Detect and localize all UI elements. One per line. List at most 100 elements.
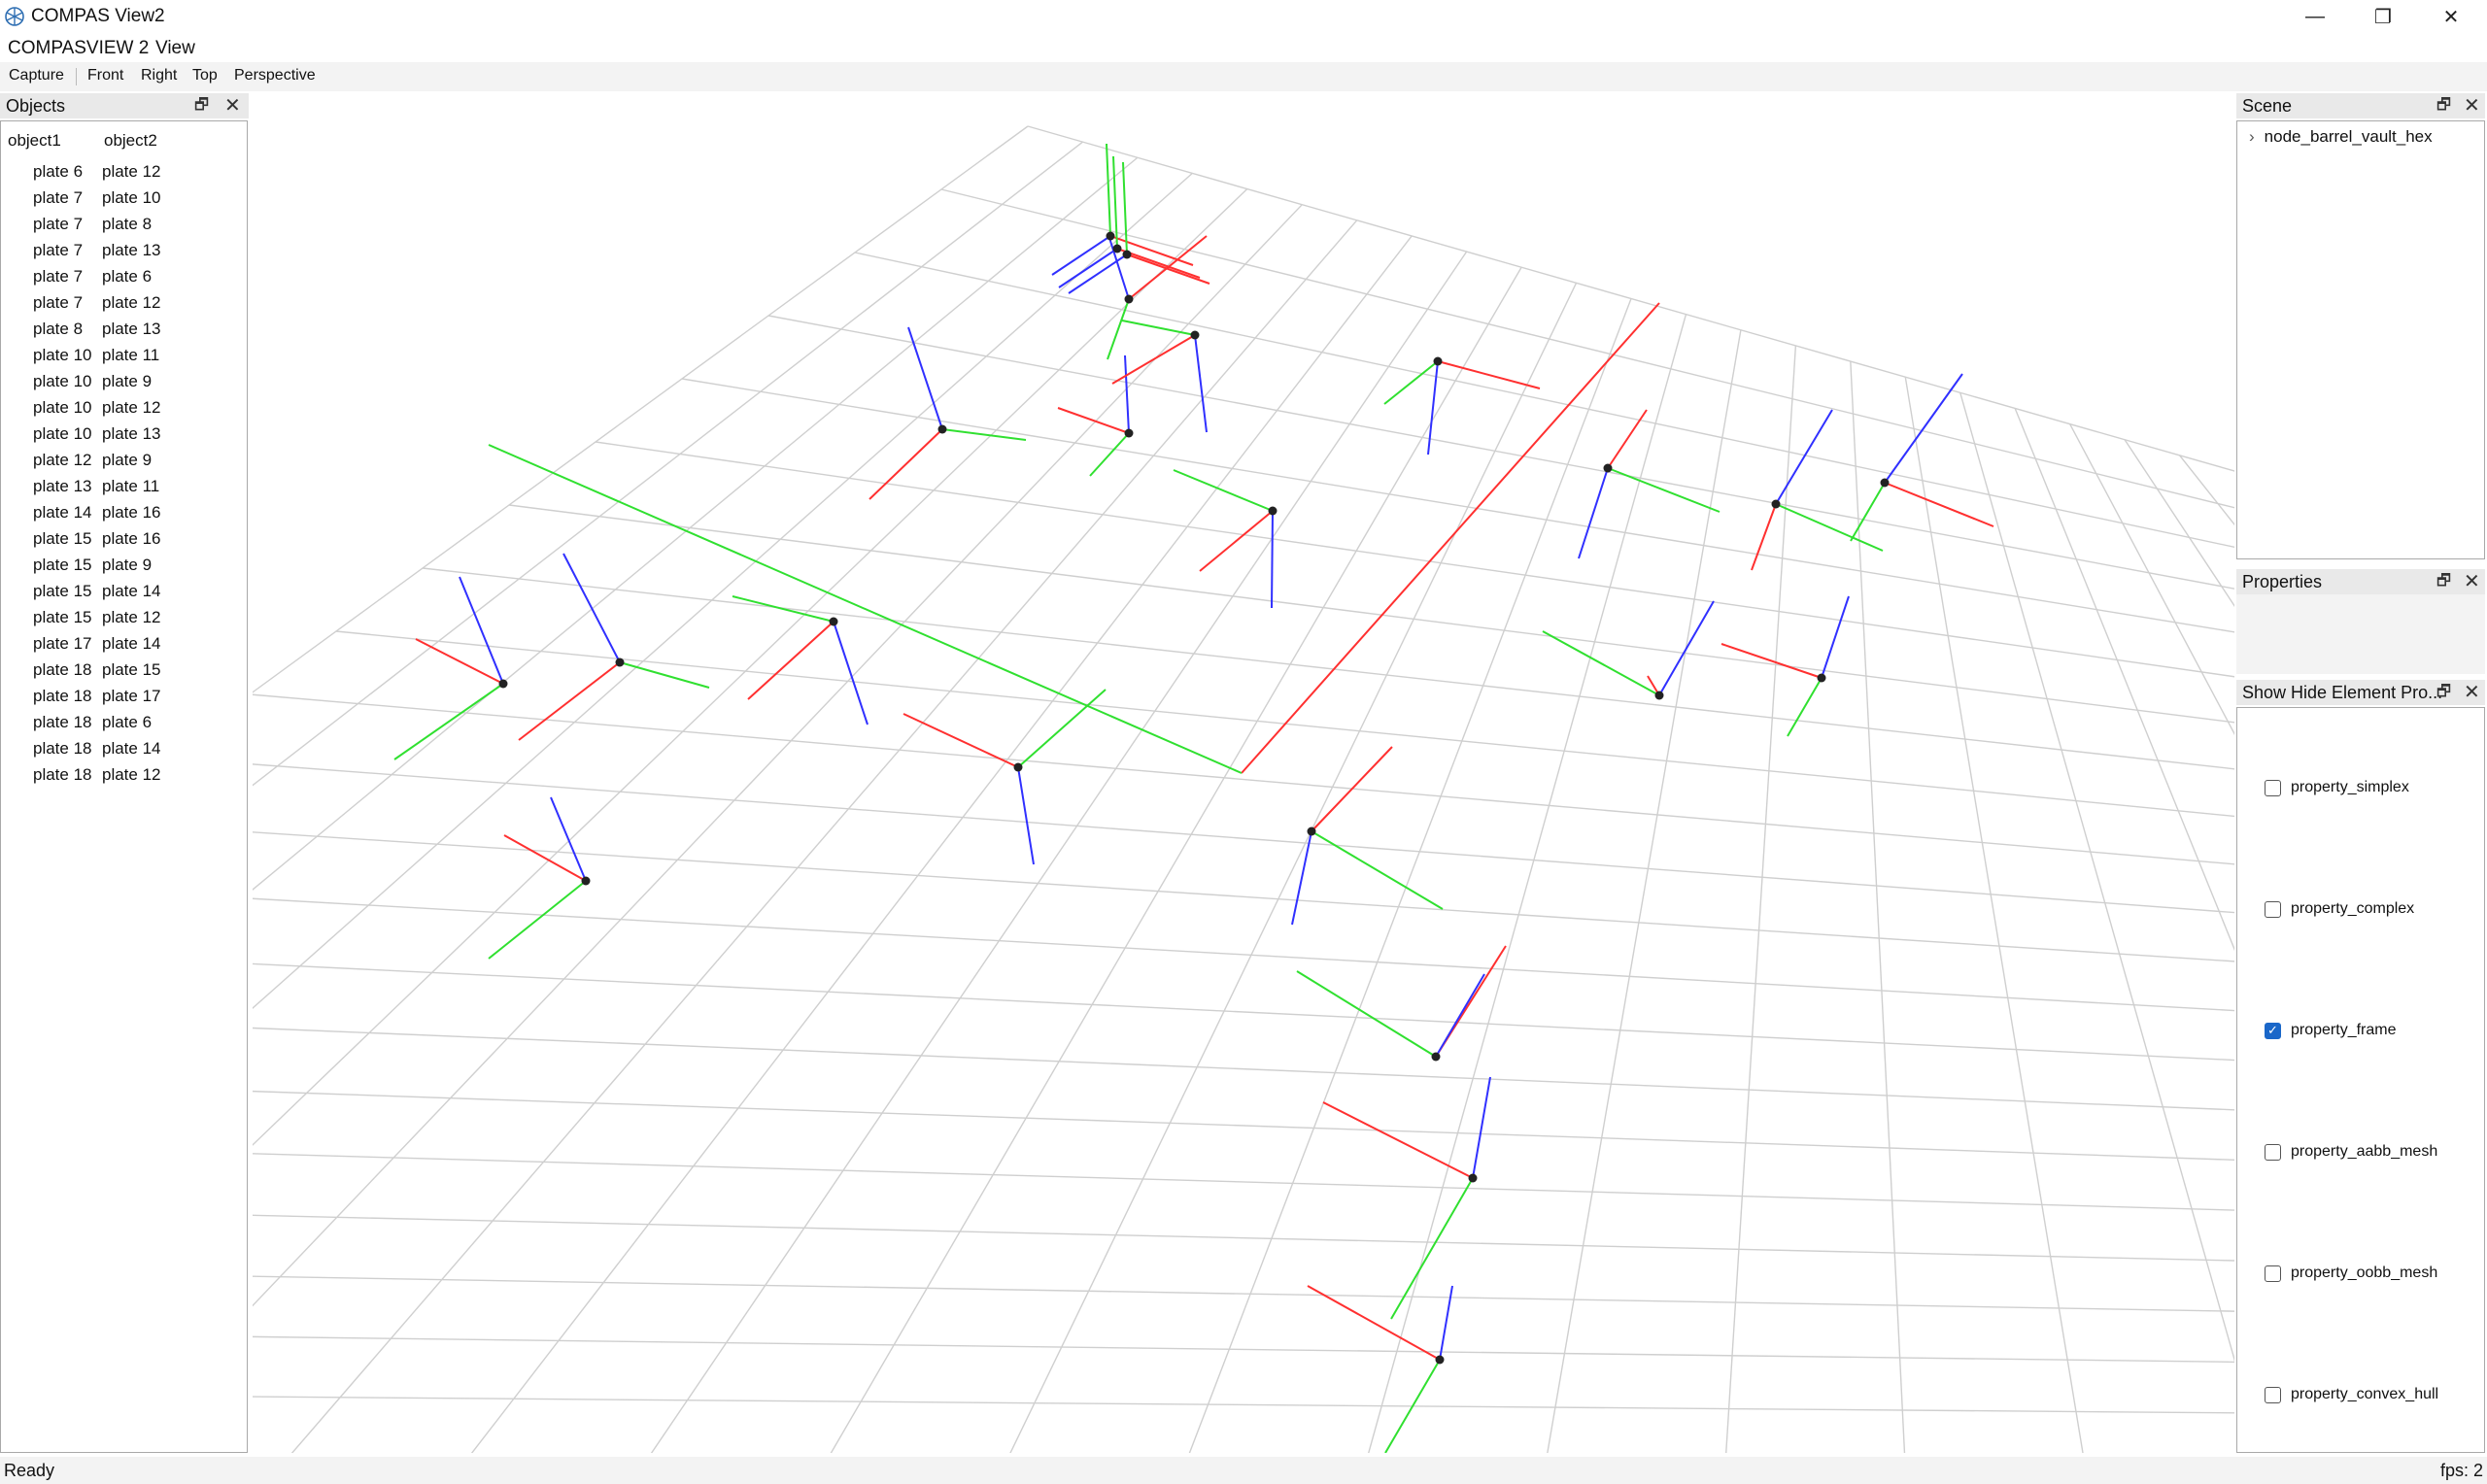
- frame-origin-point[interactable]: [1431, 1052, 1441, 1062]
- table-row[interactable]: plate 15 plate 16: [1, 527, 244, 554]
- frame-z-axis: [1775, 409, 1833, 505]
- menu-view[interactable]: View: [155, 38, 195, 59]
- table-row[interactable]: plate 10 plate 13: [1, 422, 244, 449]
- frame-y-axis: [1089, 432, 1130, 477]
- frame-origin-point[interactable]: [498, 679, 508, 689]
- table-row[interactable]: plate 18 plate 17: [1, 685, 244, 711]
- close-window-button[interactable]: ✕: [2417, 0, 2485, 33]
- fps-counter: fps: 2: [2439, 1461, 2483, 1480]
- status-text: Ready: [4, 1461, 55, 1480]
- property-toggle[interactable]: property_oobb_mesh: [2265, 1262, 2437, 1285]
- table-row[interactable]: plate 7 plate 13: [1, 239, 244, 265]
- checkbox[interactable]: [2265, 779, 2281, 796]
- frame-origin-point[interactable]: [829, 617, 838, 626]
- float-icon[interactable]: 🗗: [2436, 681, 2451, 707]
- frame-origin-point[interactable]: [1654, 691, 1664, 700]
- object1-cell: plate 7: [33, 267, 84, 286]
- top-view-button[interactable]: Top: [192, 67, 218, 84]
- float-icon[interactable]: 🗗: [2436, 570, 2451, 596]
- frame-origin-point[interactable]: [1013, 762, 1023, 772]
- float-icon[interactable]: 🗗: [2436, 94, 2451, 120]
- table-row[interactable]: plate 6 plate 12: [1, 160, 244, 186]
- object2-cell: plate 15: [102, 660, 161, 679]
- float-icon[interactable]: 🗗: [194, 94, 209, 120]
- frame-origin-point[interactable]: [1124, 428, 1134, 438]
- table-row[interactable]: plate 18 plate 6: [1, 711, 244, 737]
- table-row[interactable]: plate 7 plate 10: [1, 186, 244, 213]
- column-header-object1[interactable]: object1: [8, 131, 61, 151]
- frame-origin-point[interactable]: [1112, 244, 1122, 253]
- table-row[interactable]: plate 10 plate 12: [1, 396, 244, 422]
- scene-canvas[interactable]: [253, 91, 2234, 1453]
- frame-origin-point[interactable]: [615, 658, 625, 667]
- checkbox[interactable]: [2265, 1386, 2281, 1403]
- column-header-object2[interactable]: object2: [104, 131, 157, 151]
- table-row[interactable]: plate 7 plate 12: [1, 291, 244, 318]
- frame-y-axis: [1106, 143, 1111, 237]
- frame-origin-point[interactable]: [1603, 463, 1613, 473]
- capture-button[interactable]: Capture: [9, 67, 64, 84]
- property-toggle[interactable]: property_convex_hull: [2265, 1383, 2438, 1406]
- front-view-button[interactable]: Front: [87, 67, 123, 84]
- table-row[interactable]: plate 7 plate 8: [1, 213, 244, 239]
- restore-button[interactable]: ❐: [2349, 0, 2417, 33]
- object1-cell: plate 10: [33, 424, 92, 443]
- close-icon[interactable]: ✕: [2464, 569, 2480, 593]
- frame-origin-point[interactable]: [1122, 250, 1132, 259]
- checkbox[interactable]: [2265, 900, 2281, 918]
- frame-origin-point[interactable]: [1433, 356, 1443, 366]
- property-toggle[interactable]: ✓ property_frame: [2265, 1019, 2397, 1042]
- close-icon[interactable]: ✕: [2464, 680, 2480, 704]
- table-row[interactable]: plate 18 plate 12: [1, 763, 244, 790]
- table-row[interactable]: plate 18 plate 15: [1, 658, 244, 685]
- frame-origin-point[interactable]: [1106, 231, 1115, 241]
- table-row[interactable]: plate 17 plate 14: [1, 632, 244, 658]
- frame-origin-point[interactable]: [1880, 478, 1890, 488]
- frame-y-axis: [393, 683, 504, 760]
- object2-cell: plate 13: [102, 241, 161, 259]
- table-row[interactable]: plate 10 plate 11: [1, 344, 244, 370]
- checkbox[interactable]: [2265, 1265, 2281, 1282]
- chevron-right-icon[interactable]: ›: [2249, 127, 2255, 146]
- property-toggle[interactable]: property_simplex: [2265, 776, 2409, 799]
- frame-origin-point[interactable]: [1771, 499, 1781, 509]
- frame-origin-point[interactable]: [1124, 294, 1134, 304]
- table-row[interactable]: plate 15 plate 9: [1, 554, 244, 580]
- frame-origin-point[interactable]: [581, 876, 591, 886]
- close-icon[interactable]: ✕: [2464, 93, 2480, 118]
- frame-origin-point[interactable]: [1468, 1173, 1478, 1183]
- minimize-button[interactable]: —: [2281, 0, 2349, 33]
- property-toggle[interactable]: property_complex: [2265, 897, 2414, 921]
- checkbox[interactable]: [2265, 1143, 2281, 1161]
- frame-origin-point[interactable]: [1307, 826, 1316, 836]
- right-view-button[interactable]: Right: [141, 67, 177, 84]
- frame-x-axis: [1126, 253, 1210, 285]
- perspective-view-button[interactable]: Perspective: [234, 67, 316, 84]
- grid-line: [253, 188, 1248, 1146]
- menu-compasview[interactable]: COMPASVIEW 2: [8, 38, 149, 59]
- table-row[interactable]: plate 14 plate 16: [1, 501, 244, 527]
- frame-origin-point[interactable]: [1817, 673, 1826, 683]
- 3d-viewport[interactable]: [253, 91, 2234, 1453]
- grid-line: [253, 1396, 2234, 1414]
- grid-line: [422, 567, 2234, 770]
- table-row[interactable]: plate 10 plate 9: [1, 370, 244, 396]
- frame-origin-point[interactable]: [937, 424, 947, 434]
- grid-line: [2069, 423, 2234, 735]
- menu-bar: COMPASVIEW 2 View: [0, 33, 2487, 62]
- table-row[interactable]: plate 7 plate 6: [1, 265, 244, 291]
- table-row[interactable]: plate 13 plate 11: [1, 475, 244, 501]
- frame-origin-point[interactable]: [1435, 1355, 1445, 1365]
- property-toggle[interactable]: property_aabb_mesh: [2265, 1140, 2437, 1164]
- table-row[interactable]: plate 15 plate 12: [1, 606, 244, 632]
- object2-cell: plate 9: [102, 372, 153, 390]
- table-row[interactable]: plate 15 plate 14: [1, 580, 244, 606]
- scene-tree-item[interactable]: › node_barrel_vault_hex: [2249, 127, 2433, 147]
- table-row[interactable]: plate 18 plate 14: [1, 737, 244, 763]
- frame-origin-point[interactable]: [1190, 330, 1200, 340]
- frame-origin-point[interactable]: [1268, 506, 1278, 516]
- table-row[interactable]: plate 8 plate 13: [1, 318, 244, 344]
- close-icon[interactable]: ✕: [224, 93, 241, 118]
- checkbox[interactable]: ✓: [2265, 1022, 2281, 1039]
- table-row[interactable]: plate 12 plate 9: [1, 449, 244, 475]
